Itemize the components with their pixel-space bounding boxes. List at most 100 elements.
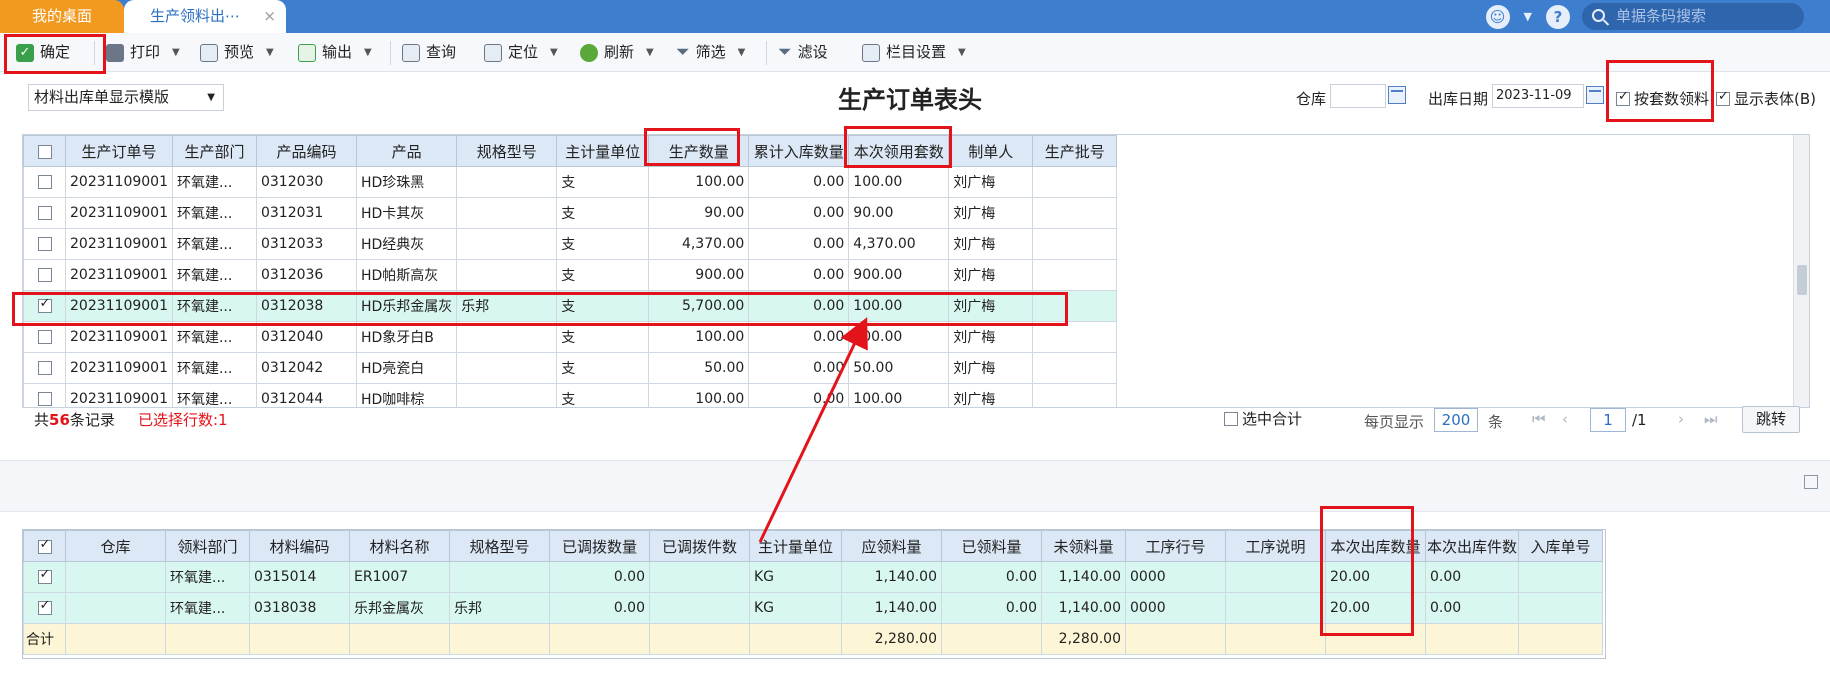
- column-header[interactable]: 生产订单号: [65, 135, 173, 167]
- table-cell[interactable]: HD亮瓷白: [355, 352, 458, 384]
- table-row[interactable]: 20231109001 环氧建... 0312033 HD经典灰支 4,370.00 0.…: [23, 228, 1118, 260]
- table-row[interactable]: 环氧建...0318038乐邦金属灰乐邦0.00KG1,140.000.001,…: [23, 592, 1604, 624]
- row-select-cell[interactable]: [23, 228, 66, 260]
- column-header[interactable]: 产品: [355, 135, 458, 167]
- table-cell[interactable]: [456, 383, 558, 407]
- table-cell[interactable]: [65, 561, 166, 593]
- table-cell[interactable]: 环氧建...: [171, 290, 257, 322]
- table-cell[interactable]: 刘广梅: [948, 259, 1034, 291]
- show-body-checkbox[interactable]: 显示表体(B): [1716, 88, 1816, 109]
- row-checkbox[interactable]: [37, 296, 52, 313]
- table-cell[interactable]: 环氧建...: [171, 383, 257, 407]
- export-button[interactable]: 输出 ▼: [298, 39, 372, 66]
- lookup-icon[interactable]: [1388, 86, 1406, 104]
- table-cell[interactable]: 100.00: [648, 383, 750, 407]
- chevron-down-icon[interactable]: ▼: [550, 39, 558, 66]
- chevron-down-icon[interactable]: ▼: [958, 39, 966, 66]
- row-checkbox[interactable]: [37, 330, 52, 344]
- column-header[interactable]: 已调拨数量: [549, 530, 650, 562]
- table-cell[interactable]: 4,370.00: [648, 228, 750, 260]
- table-cell[interactable]: 乐邦: [456, 290, 558, 322]
- row-select-cell[interactable]: [23, 259, 66, 291]
- column-header[interactable]: 主计量单位: [749, 530, 842, 562]
- table-cell[interactable]: KG: [749, 561, 842, 593]
- table-cell[interactable]: HD珍珠黑: [355, 166, 458, 198]
- table-cell[interactable]: 支: [556, 352, 650, 384]
- table-cell[interactable]: [1032, 259, 1118, 291]
- page-input[interactable]: 1: [1590, 408, 1626, 432]
- table-cell[interactable]: 20231109001: [65, 259, 173, 291]
- column-header[interactable]: 产品编码: [255, 135, 357, 167]
- table-cell[interactable]: HD乐邦金属灰: [355, 290, 458, 322]
- row-checkbox[interactable]: [37, 598, 52, 615]
- column-header[interactable]: 本次出库数量: [1325, 530, 1426, 562]
- table-cell[interactable]: 刘广梅: [948, 228, 1034, 260]
- table-cell[interactable]: 乐邦金属灰: [349, 592, 450, 624]
- row-checkbox[interactable]: [37, 237, 52, 251]
- table-cell[interactable]: 1,140.00: [1041, 561, 1126, 593]
- table-cell[interactable]: 1,140.00: [1041, 592, 1126, 624]
- table-cell[interactable]: [456, 197, 558, 229]
- column-header[interactable]: 本次出库件数: [1424, 530, 1520, 562]
- table-cell[interactable]: [1032, 166, 1118, 198]
- row-checkbox[interactable]: [37, 361, 52, 375]
- table-cell[interactable]: [1032, 383, 1118, 407]
- table-cell[interactable]: 50.00: [648, 352, 750, 384]
- column-settings-button[interactable]: 栏目设置 ▼: [862, 39, 966, 66]
- table-cell[interactable]: 刘广梅: [948, 383, 1034, 407]
- row-checkbox[interactable]: [37, 144, 52, 159]
- row-select-cell[interactable]: [23, 592, 66, 624]
- chevron-down-icon[interactable]: ▼: [266, 39, 274, 66]
- column-header[interactable]: 工序说明: [1225, 530, 1326, 562]
- table-cell[interactable]: 0318038: [249, 592, 350, 624]
- column-header[interactable]: 生产部门: [171, 135, 257, 167]
- prev-page-icon[interactable]: ‹: [1562, 410, 1568, 428]
- vertical-scrollbar[interactable]: [1793, 135, 1809, 407]
- select-all-checkbox[interactable]: [23, 135, 66, 167]
- row-select-cell[interactable]: [23, 561, 66, 593]
- column-header[interactable]: 本次领用套数: [848, 135, 950, 167]
- table-cell[interactable]: 0.00: [748, 228, 850, 260]
- table-cell[interactable]: [649, 592, 750, 624]
- calendar-icon[interactable]: [1586, 86, 1604, 104]
- help-icon[interactable]: ?: [1546, 4, 1570, 29]
- table-cell[interactable]: [1032, 321, 1118, 353]
- table-cell[interactable]: 20231109001: [65, 166, 173, 198]
- chevron-down-icon[interactable]: ▼: [646, 39, 654, 66]
- table-cell[interactable]: 0312030: [255, 166, 357, 198]
- table-cell[interactable]: 刘广梅: [948, 321, 1034, 353]
- sum-selected-checkbox[interactable]: 选中合计: [1224, 408, 1302, 429]
- table-cell[interactable]: 刘广梅: [948, 197, 1034, 229]
- row-select-cell[interactable]: [23, 321, 66, 353]
- table-cell[interactable]: 5,700.00: [648, 290, 750, 322]
- table-cell[interactable]: 0.00: [748, 197, 850, 229]
- refresh-button[interactable]: 刷新 ▼: [580, 39, 654, 66]
- table-cell[interactable]: [1032, 228, 1118, 260]
- template-select[interactable]: 材料出库单显示模版 ▼: [28, 84, 224, 111]
- chevron-down-icon[interactable]: ▼: [1524, 10, 1532, 23]
- chevron-down-icon[interactable]: ▼: [738, 39, 746, 66]
- table-cell[interactable]: 90.00: [648, 197, 750, 229]
- table-cell[interactable]: [1225, 561, 1326, 593]
- scrollbar-thumb[interactable]: [1797, 265, 1807, 295]
- table-cell[interactable]: 环氧建...: [171, 197, 257, 229]
- close-icon[interactable]: ×: [263, 0, 276, 33]
- table-cell[interactable]: KG: [749, 592, 842, 624]
- column-header[interactable]: 入库单号: [1518, 530, 1604, 562]
- table-cell[interactable]: 100.00: [848, 321, 950, 353]
- table-cell[interactable]: 0.00: [549, 561, 650, 593]
- column-header[interactable]: 已调拨件数: [649, 530, 750, 562]
- table-cell[interactable]: [456, 352, 558, 384]
- table-cell[interactable]: 0000: [1125, 592, 1226, 624]
- table-cell[interactable]: HD象牙白B: [355, 321, 458, 353]
- table-cell[interactable]: 0.00: [748, 290, 850, 322]
- table-cell[interactable]: 环氧建...: [171, 321, 257, 353]
- table-cell[interactable]: 0312033: [255, 228, 357, 260]
- column-header[interactable]: 工序行号: [1125, 530, 1226, 562]
- table-cell[interactable]: 20231109001: [65, 290, 173, 322]
- table-cell[interactable]: 900.00: [848, 259, 950, 291]
- date-input[interactable]: 2023-11-09: [1492, 84, 1584, 108]
- table-cell[interactable]: [456, 166, 558, 198]
- table-cell[interactable]: 支: [556, 197, 650, 229]
- table-cell[interactable]: 支: [556, 383, 650, 407]
